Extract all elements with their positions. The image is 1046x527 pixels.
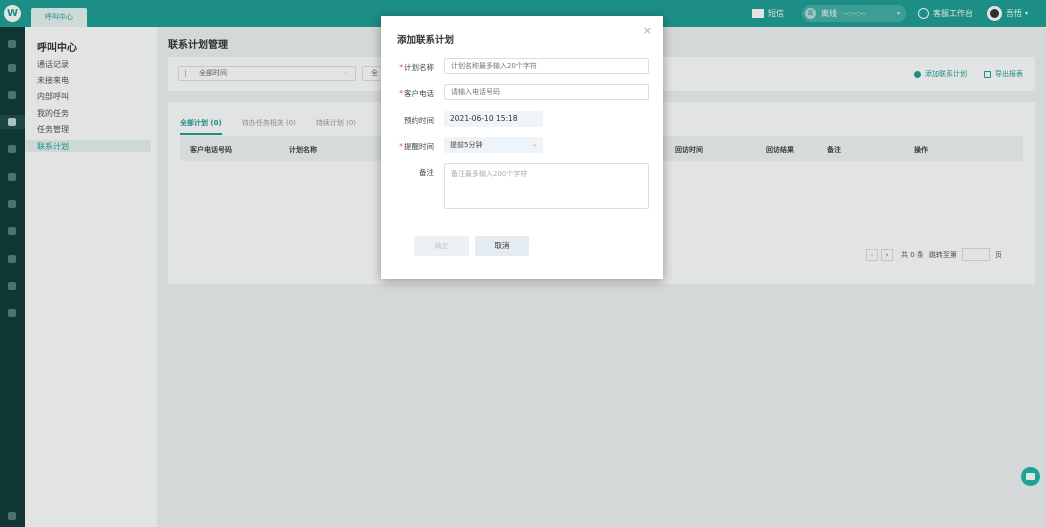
chevron-down-icon: ⌄ [531, 141, 537, 148]
remark-textarea[interactable]: 备注最多输入200个字符 [444, 163, 649, 209]
phone-input[interactable] [444, 84, 649, 100]
appointment-label: 预约时间 [404, 116, 434, 125]
cancel-button[interactable]: 取消 [475, 236, 529, 256]
remark-label: 备注 [419, 168, 434, 177]
plan-name-input[interactable] [444, 58, 649, 74]
confirm-button[interactable]: 确定 [414, 236, 469, 256]
required-mark: * [399, 89, 403, 98]
phone-label-text: 客户电话 [404, 89, 434, 98]
appointment-datetime-picker[interactable]: 2021-06-10 15:18 [444, 111, 543, 127]
required-mark: * [399, 142, 403, 151]
phone-label: *客户电话 [399, 88, 434, 99]
close-icon[interactable]: × [643, 24, 652, 37]
reminder-value: 提前5分钟 [450, 141, 483, 149]
dialog-title: 添加联系计划 [397, 35, 455, 46]
reminder-label-text: 提醒时间 [404, 142, 434, 151]
add-contact-plan-dialog: 添加联系计划 × *计划名称 *客户电话 预约时间 2021-06-10 15:… [381, 16, 663, 279]
reminder-select[interactable]: 提前5分钟 ⌄ [444, 137, 543, 153]
plan-name-label: *计划名称 [399, 62, 434, 73]
required-mark: * [399, 63, 403, 72]
plan-name-label-text: 计划名称 [404, 63, 434, 72]
reminder-label: *提醒时间 [399, 141, 434, 152]
